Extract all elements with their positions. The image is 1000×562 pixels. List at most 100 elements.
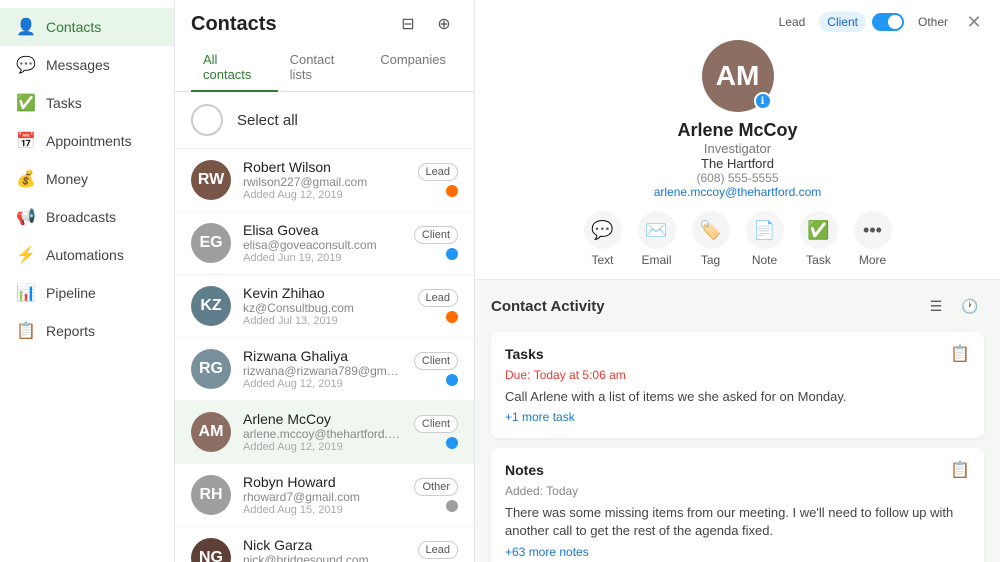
action-btn-tag[interactable]: 🏷️ Tag bbox=[692, 211, 730, 267]
contact-added: Added Jun 19, 2019 bbox=[243, 252, 402, 264]
profile-top-row: LeadClientOther ✕ bbox=[491, 12, 984, 32]
panel-title: Contacts bbox=[191, 13, 386, 36]
sidebar: 👤 Contacts 💬 Messages ✅ Tasks 📅 Appointm… bbox=[0, 0, 175, 562]
avatar-badge: ℹ bbox=[754, 92, 772, 110]
activity-list-view-button[interactable]: ☰ bbox=[922, 292, 950, 320]
contact-list-panel: Contacts ⊟ ⊕ All contactsContact listsCo… bbox=[175, 0, 475, 562]
profile-tab-lead[interactable]: Lead bbox=[771, 12, 814, 32]
contact-row[interactable]: RH Robyn Howard rhoward7@gmail.com Added… bbox=[175, 464, 474, 527]
sidebar-label-pipeline: Pipeline bbox=[46, 285, 96, 301]
sidebar-item-contacts[interactable]: 👤 Contacts bbox=[0, 8, 174, 46]
contact-badge: Lead bbox=[418, 541, 458, 559]
contact-badge: Other bbox=[414, 478, 458, 496]
filter-button[interactable]: ⊟ bbox=[394, 10, 422, 38]
add-contact-button[interactable]: ⊕ bbox=[430, 10, 458, 38]
sidebar-item-reports[interactable]: 📋 Reports bbox=[0, 312, 174, 350]
notes-card-header: Notes 📋 bbox=[505, 460, 970, 480]
contact-list: RW Robert Wilson rwilson227@gmail.com Ad… bbox=[175, 149, 474, 562]
tasks-more-link[interactable]: +1 more task bbox=[505, 410, 575, 424]
contact-avatar: RW bbox=[191, 160, 231, 200]
profile-tab-client[interactable]: Client bbox=[819, 12, 866, 32]
contact-name: Elisa Govea bbox=[243, 222, 402, 238]
sidebar-item-appointments[interactable]: 📅 Appointments bbox=[0, 122, 174, 160]
contact-info: Nick Garza nick@bridgesound.com Added Se… bbox=[243, 537, 406, 562]
sidebar-label-contacts: Contacts bbox=[46, 19, 101, 35]
contact-added: Added Aug 15, 2019 bbox=[243, 504, 402, 516]
contact-dot bbox=[446, 311, 458, 323]
note-label: Note bbox=[752, 253, 777, 267]
action-btn-note[interactable]: 📄 Note bbox=[746, 211, 784, 267]
contact-row[interactable]: EG Elisa Govea elisa@goveaconsult.com Ad… bbox=[175, 212, 474, 275]
contact-avatar: AM bbox=[191, 412, 231, 452]
contact-email: kz@Consultbug.com bbox=[243, 301, 406, 315]
tab-all-contacts[interactable]: All contacts bbox=[191, 44, 278, 92]
contact-name: Kevin Zhihao bbox=[243, 285, 406, 301]
activity-clock-button[interactable]: 🕐 bbox=[956, 292, 984, 320]
action-btn-email[interactable]: ✉️ Email bbox=[638, 211, 676, 267]
profile-tab-other[interactable]: Other bbox=[910, 12, 956, 32]
sidebar-item-automations[interactable]: ⚡ Automations bbox=[0, 236, 174, 274]
sidebar-item-messages[interactable]: 💬 Messages bbox=[0, 46, 174, 84]
profile-email[interactable]: arlene.mccoy@thehartford.com bbox=[654, 185, 822, 199]
contact-row[interactable]: RW Robert Wilson rwilson227@gmail.com Ad… bbox=[175, 149, 474, 212]
contact-email: rwilson227@gmail.com bbox=[243, 175, 406, 189]
contact-row[interactable]: RG Rizwana Ghaliya rizwana@rizwana789@gm… bbox=[175, 338, 474, 401]
profile-section: LeadClientOther ✕ AM ℹ Arlene McCoy Inve… bbox=[475, 0, 1000, 280]
contact-row[interactable]: KZ Kevin Zhihao kz@Consultbug.com Added … bbox=[175, 275, 474, 338]
automations-icon: ⚡ bbox=[16, 245, 36, 265]
sidebar-label-money: Money bbox=[46, 171, 88, 187]
contact-badge: Client bbox=[414, 415, 458, 433]
contact-avatar: RG bbox=[191, 349, 231, 389]
notes-text: There was some missing items from our me… bbox=[505, 504, 970, 540]
task-icon: ✅ bbox=[800, 211, 838, 249]
notes-more-link[interactable]: +63 more notes bbox=[505, 545, 589, 559]
action-btn-task[interactable]: ✅ Task bbox=[800, 211, 838, 267]
reports-icon: 📋 bbox=[16, 321, 36, 341]
action-btn-more[interactable]: ••• More bbox=[854, 211, 892, 267]
contact-info: Robyn Howard rhoward7@gmail.com Added Au… bbox=[243, 474, 402, 516]
messages-icon: 💬 bbox=[16, 55, 36, 75]
contact-avatar: KZ bbox=[191, 286, 231, 326]
contact-email: rhoward7@gmail.com bbox=[243, 490, 402, 504]
contact-added: Added Aug 12, 2019 bbox=[243, 441, 402, 453]
sidebar-label-tasks: Tasks bbox=[46, 95, 82, 111]
email-label: Email bbox=[641, 253, 671, 267]
contact-row[interactable]: NG Nick Garza nick@bridgesound.com Added… bbox=[175, 527, 474, 562]
sidebar-item-tasks[interactable]: ✅ Tasks bbox=[0, 84, 174, 122]
tasks-due-label: Due: bbox=[505, 368, 530, 382]
contact-badge-wrap: Lead bbox=[418, 289, 458, 323]
sidebar-item-broadcasts[interactable]: 📢 Broadcasts bbox=[0, 198, 174, 236]
tasks-text: Call Arlene with a list of items we she … bbox=[505, 388, 970, 406]
profile-role: Investigator bbox=[704, 141, 771, 156]
contact-added: Added Aug 12, 2019 bbox=[243, 378, 402, 390]
tab-contact-lists[interactable]: Contact lists bbox=[278, 44, 369, 92]
tasks-card-title: Tasks bbox=[505, 346, 950, 362]
sidebar-item-money[interactable]: 💰 Money bbox=[0, 160, 174, 198]
select-all-row[interactable]: Select all bbox=[175, 92, 474, 149]
contact-badge-wrap: Client bbox=[414, 415, 458, 449]
tab-companies[interactable]: Companies bbox=[368, 44, 458, 92]
contact-badge: Client bbox=[414, 352, 458, 370]
sidebar-label-broadcasts: Broadcasts bbox=[46, 209, 116, 225]
client-toggle[interactable] bbox=[872, 13, 904, 31]
contact-email: rizwana@rizwana789@gmail.com bbox=[243, 364, 402, 378]
note-icon: 📄 bbox=[746, 211, 784, 249]
contact-email: arlene.mccoy@thehartford.com bbox=[243, 427, 402, 441]
sidebar-item-pipeline[interactable]: 📊 Pipeline bbox=[0, 274, 174, 312]
contact-dot bbox=[446, 437, 458, 449]
contact-name: Nick Garza bbox=[243, 537, 406, 553]
contact-info: Arlene McCoy arlene.mccoy@thehartford.co… bbox=[243, 411, 402, 453]
email-icon: ✉️ bbox=[638, 211, 676, 249]
contact-added: Added Aug 12, 2019 bbox=[243, 189, 406, 201]
contact-info: Robert Wilson rwilson227@gmail.com Added… bbox=[243, 159, 406, 201]
text-icon: 💬 bbox=[584, 211, 622, 249]
contact-badge: Lead bbox=[418, 289, 458, 307]
select-all-checkbox[interactable] bbox=[191, 104, 223, 136]
select-all-label: Select all bbox=[237, 112, 298, 129]
contact-row[interactable]: AM Arlene McCoy arlene.mccoy@thehartford… bbox=[175, 401, 474, 464]
action-btn-text[interactable]: 💬 Text bbox=[584, 211, 622, 267]
tabs: All contactsContact listsCompanies bbox=[175, 44, 474, 92]
close-profile-button[interactable]: ✕ bbox=[960, 8, 988, 36]
notes-card: Notes 📋 Added: Today There was some miss… bbox=[491, 448, 984, 562]
contact-dot bbox=[446, 248, 458, 260]
